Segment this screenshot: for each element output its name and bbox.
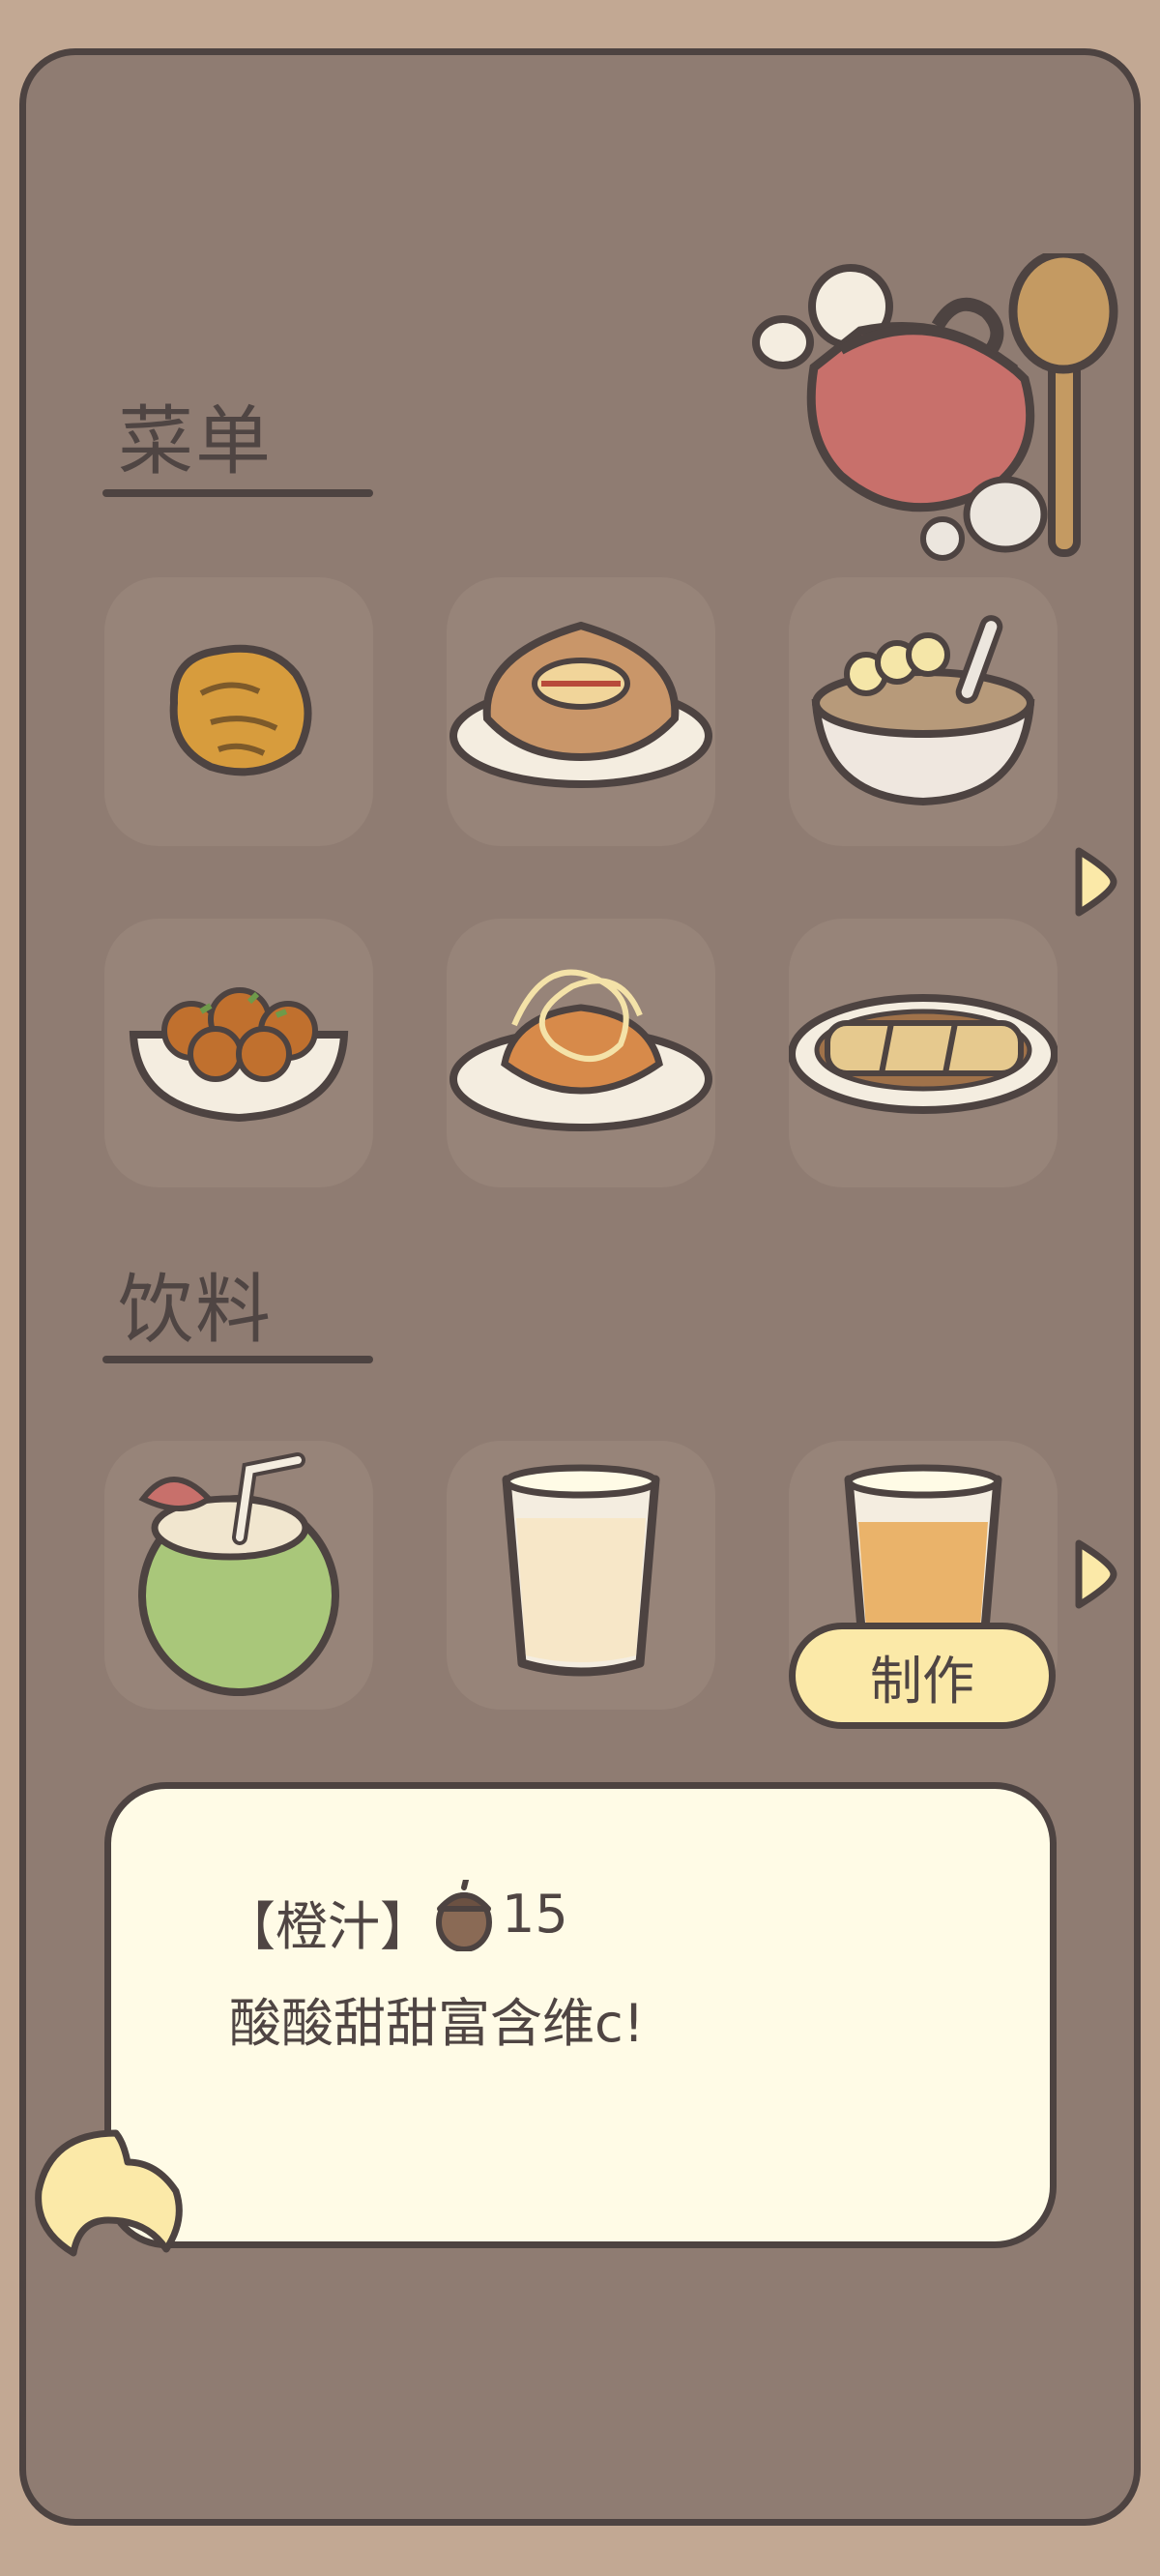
drink-title-underline xyxy=(102,1356,373,1363)
food-item-takoyaki[interactable] xyxy=(104,919,373,1187)
make-button[interactable]: 制作 xyxy=(789,1623,1056,1729)
fried-noodles-icon xyxy=(450,969,712,1131)
next-page-arrow-drinks[interactable] xyxy=(1071,1536,1117,1613)
food-item-spring-rolls[interactable] xyxy=(789,919,1058,1187)
item-description: 酸酸甜甜富含维c! xyxy=(229,1993,645,2054)
acorn-icon xyxy=(436,1880,492,1951)
drink-item-coconut[interactable] xyxy=(104,1441,373,1710)
milk-glass-icon xyxy=(502,1464,660,1677)
item-info-box: 【橙汁】 15 酸酸甜甜富含维c! xyxy=(104,1782,1057,2248)
hash-brown-icon xyxy=(169,644,312,776)
item-name: 【橙汁】 xyxy=(223,1896,432,1957)
food-item-banana-porridge[interactable] xyxy=(789,577,1058,846)
item-price: 15 xyxy=(502,1884,568,1945)
drink-section-title: 饮料 xyxy=(118,1267,274,1354)
pie-on-plate-icon xyxy=(450,621,712,788)
speech-bubble-tail-icon xyxy=(35,2129,183,2257)
food-item-pie[interactable] xyxy=(447,577,715,846)
spring-rolls-icon xyxy=(789,994,1058,1114)
food-item-hash-brown[interactable] xyxy=(104,577,373,846)
next-page-arrow-food[interactable] xyxy=(1071,843,1117,921)
food-title-underline xyxy=(102,489,373,497)
food-item-fried-noodles[interactable] xyxy=(447,919,715,1187)
coconut-drink-icon xyxy=(138,1452,339,1696)
drink-item-milk[interactable] xyxy=(447,1441,715,1710)
takoyaki-bowl-icon xyxy=(129,987,349,1123)
cooking-pot-icon xyxy=(752,253,1118,561)
banana-porridge-icon xyxy=(811,615,1035,806)
food-section-title: 菜单 xyxy=(118,398,274,485)
